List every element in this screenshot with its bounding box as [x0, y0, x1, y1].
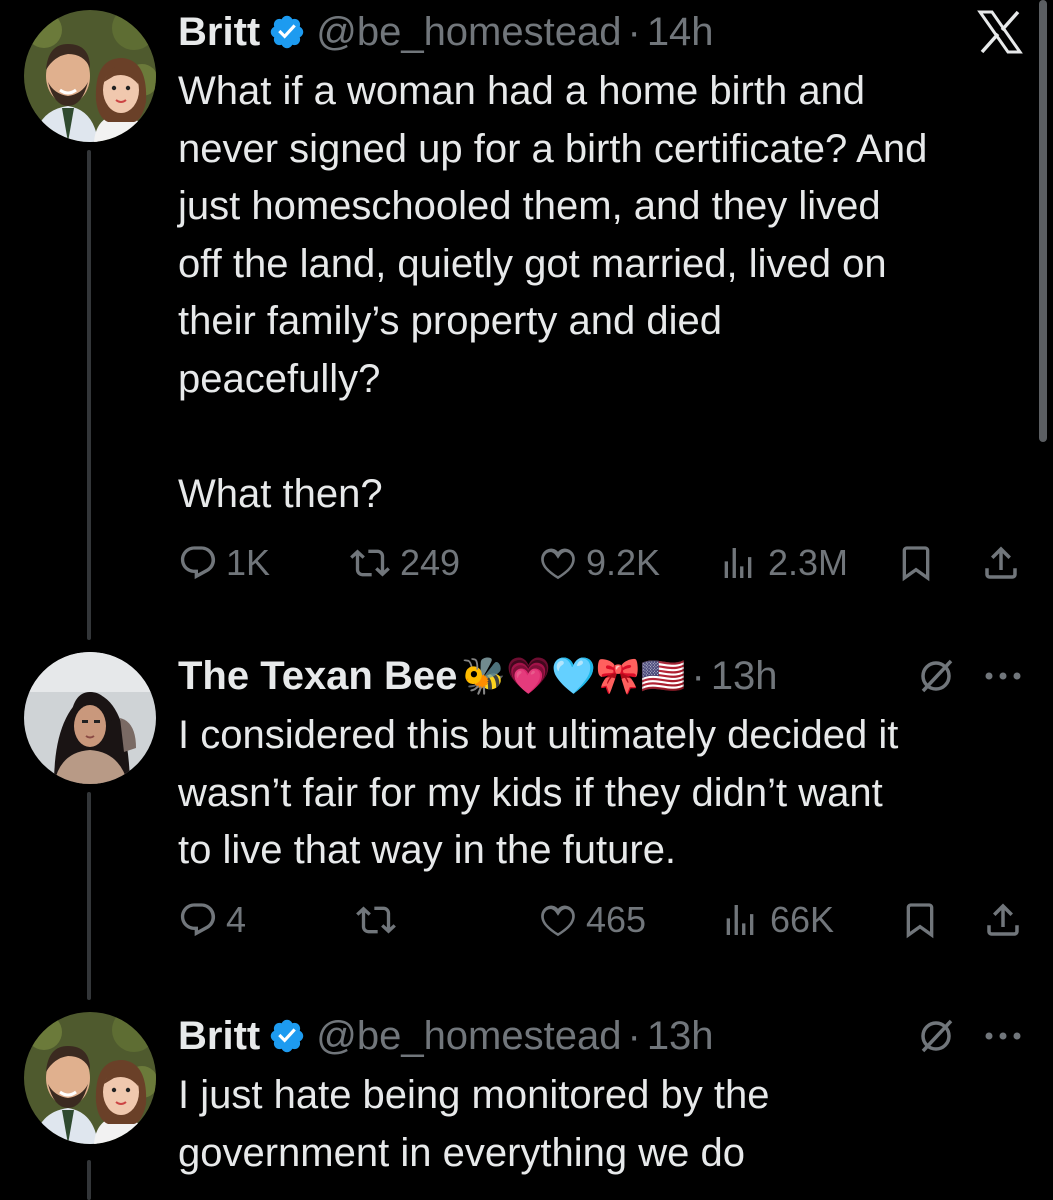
x-logo-icon[interactable]	[977, 10, 1023, 54]
timestamp[interactable]: 14h	[647, 10, 714, 55]
tweet-content: Britt @be_homestead · 13h I just hate be…	[178, 1008, 1023, 1182]
thread-connector-line	[87, 792, 91, 1000]
repost-button[interactable]	[354, 890, 406, 950]
grok-icon[interactable]	[915, 655, 957, 697]
tweet-text: I just hate being monitored by the gover…	[178, 1073, 770, 1175]
user-handle[interactable]: @be_homestead	[316, 10, 621, 55]
timestamp[interactable]: 13h	[711, 654, 778, 699]
reply-icon	[180, 546, 216, 580]
avatar-britt[interactable]	[24, 1012, 156, 1144]
tweet-actions: 1K 249 9.2K 2.3M	[178, 533, 1026, 593]
display-name[interactable]: Britt	[178, 10, 260, 55]
verified-badge-icon	[268, 13, 306, 51]
avatar-britt[interactable]	[24, 10, 156, 142]
like-icon	[541, 905, 575, 937]
like-count: 9.2K	[586, 542, 661, 583]
views-count: 2.3M	[768, 542, 849, 583]
repost-count: 249	[400, 542, 461, 583]
tweet-actions: 4 465 66K	[178, 890, 1026, 950]
thread-connector-line	[87, 150, 91, 640]
share-icon	[987, 903, 1019, 936]
more-icon[interactable]	[983, 670, 1023, 682]
reply-count: 4	[226, 899, 247, 940]
like-icon	[541, 548, 575, 580]
reply-count: 1K	[226, 542, 271, 583]
repost-icon	[356, 906, 396, 934]
repost-icon	[350, 549, 390, 577]
timestamp[interactable]: 13h	[647, 1014, 714, 1059]
tweet-header: Britt @be_homestead · 13h	[178, 1008, 1023, 1064]
share-icon	[985, 546, 1017, 579]
separator-dot: ·	[627, 1013, 641, 1058]
user-handle[interactable]: @be_homestead	[316, 1014, 621, 1059]
views-count: 66K	[770, 899, 835, 940]
share-button[interactable]	[982, 890, 1024, 950]
tweet-1[interactable]: Britt @be_homestead · 14h What if a woma…	[0, 0, 1053, 640]
tweet-text: I considered this but ultimately decided…	[178, 713, 899, 872]
grok-icon[interactable]	[915, 1015, 957, 1057]
display-name[interactable]: Britt	[178, 1014, 260, 1059]
tweet-2[interactable]: The Texan Bee 🐝💗🩵🎀🇺🇸 · 13h I considered …	[0, 640, 1053, 1000]
reply-button[interactable]: 1K	[178, 533, 270, 593]
reply-icon	[180, 903, 216, 937]
separator-dot: ·	[627, 9, 641, 54]
tweet-text: What if a woman had a home birth and nev…	[178, 69, 928, 516]
tweet-content: Britt @be_homestead · 14h What if a woma…	[178, 4, 1023, 523]
thread-connector-line	[87, 1160, 91, 1200]
like-button[interactable]: 9.2K	[538, 533, 660, 593]
scrollbar[interactable]	[1039, 0, 1047, 442]
display-name[interactable]: The Texan Bee	[178, 654, 457, 699]
like-button[interactable]: 465	[538, 890, 646, 950]
bookmark-button[interactable]	[896, 533, 936, 593]
name-emojis: 🐝💗🩵🎀🇺🇸	[461, 655, 686, 696]
reply-button[interactable]: 4	[178, 890, 246, 950]
avatar-texan-bee[interactable]	[24, 652, 156, 784]
views-button[interactable]: 66K	[718, 890, 834, 950]
tweet-content: The Texan Bee 🐝💗🩵🎀🇺🇸 · 13h I considered …	[178, 648, 1023, 880]
bookmark-icon	[906, 903, 934, 939]
more-icon[interactable]	[983, 1030, 1023, 1042]
like-count: 465	[586, 899, 647, 940]
thread-view: Britt @be_homestead · 14h What if a woma…	[0, 0, 1053, 1200]
tweet-3[interactable]: Britt @be_homestead · 13h I just hate be…	[0, 1000, 1053, 1200]
repost-button[interactable]: 249	[348, 533, 460, 593]
verified-badge-icon	[268, 1017, 306, 1055]
views-icon	[726, 905, 754, 935]
views-icon	[724, 548, 752, 578]
bookmark-icon	[902, 546, 930, 582]
tweet-header: Britt @be_homestead · 14h	[178, 4, 1023, 60]
bookmark-button[interactable]	[900, 890, 940, 950]
separator-dot: ·	[691, 653, 705, 698]
views-button[interactable]: 2.3M	[716, 533, 848, 593]
tweet-header: The Texan Bee 🐝💗🩵🎀🇺🇸 · 13h	[178, 648, 1023, 704]
share-button[interactable]	[980, 533, 1022, 593]
